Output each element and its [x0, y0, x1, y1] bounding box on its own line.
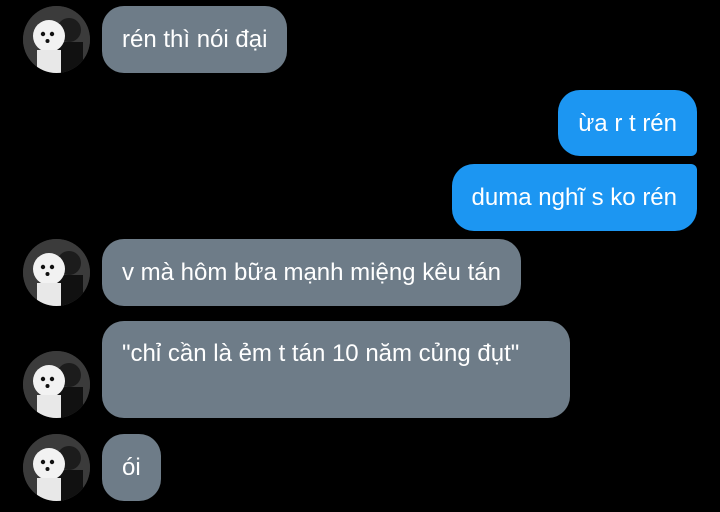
message-bubble-incoming[interactable]: rén thì nói đại [102, 6, 288, 73]
contact-avatar[interactable] [23, 351, 90, 418]
message-text: rén thì nói đại [122, 26, 268, 53]
message-text: ói [122, 454, 141, 481]
message-bubble-outgoing[interactable]: duma nghĩ s ko rén [451, 164, 697, 231]
contact-avatar-icon [23, 239, 90, 306]
message-text: ừa r t rén [578, 110, 677, 137]
message-text: "chỉ cần là ẻm t tán 10 năm củng đụt" [122, 340, 520, 367]
contact-avatar[interactable] [23, 239, 90, 306]
contact-avatar[interactable] [23, 6, 90, 73]
contact-avatar-icon [23, 434, 90, 501]
contact-avatar-icon [23, 351, 90, 418]
contact-avatar-icon [23, 6, 90, 73]
message-bubble-outgoing[interactable]: ừa r t rén [558, 90, 697, 156]
message-bubble-incoming[interactable]: v mà hôm bữa mạnh miệng kêu tán [102, 239, 521, 306]
message-bubble-incoming[interactable]: ói [102, 434, 161, 501]
message-text: duma nghĩ s ko rén [471, 184, 677, 211]
message-bubble-incoming[interactable]: "chỉ cần là ẻm t tán 10 năm củng đụt" [102, 321, 570, 418]
contact-avatar[interactable] [23, 434, 90, 501]
message-text: v mà hôm bữa mạnh miệng kêu tán [122, 259, 501, 286]
